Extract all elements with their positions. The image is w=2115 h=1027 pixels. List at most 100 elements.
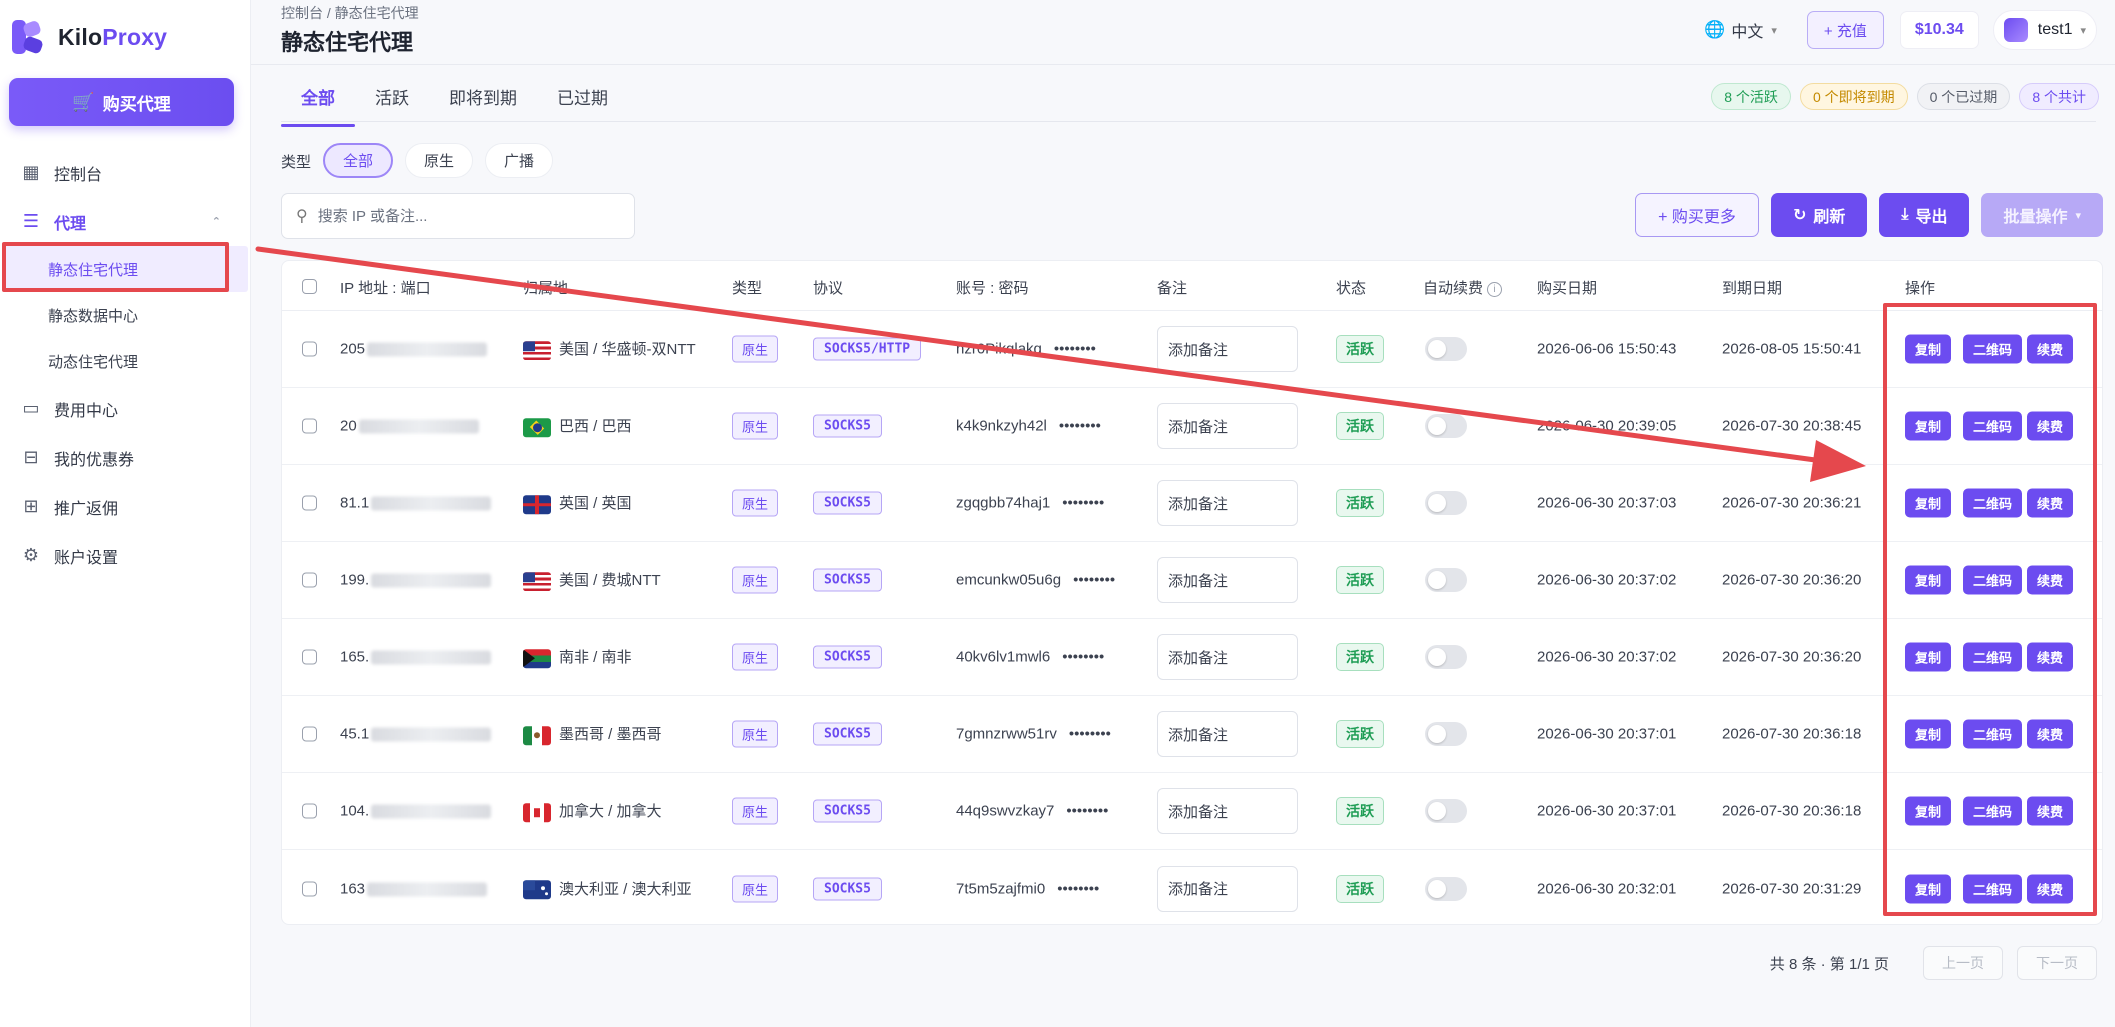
row-checkbox[interactable] — [302, 726, 317, 742]
globe-icon: 🌐 — [1704, 20, 1726, 39]
ip-address[interactable]: 163 — [340, 880, 488, 897]
row-checkbox[interactable] — [302, 418, 317, 434]
location: 美国 / 华盛顿-双NTT — [523, 338, 696, 360]
sidebar-item-proxy[interactable]: ☰ 代理 ⌃ — [0, 197, 251, 246]
status-cell: 活跃 — [1336, 797, 1384, 825]
status-cell: 活跃 — [1336, 566, 1384, 594]
account-cell[interactable]: zgqgbb74haj1 •••••••• — [956, 495, 1104, 512]
ip-address[interactable]: 199. — [340, 572, 492, 589]
note-cell: 添加备注 — [1157, 557, 1298, 603]
ip-address[interactable]: 205 — [340, 341, 488, 358]
expire-date: 2026-07-30 20:36:18 — [1722, 725, 1862, 743]
type-filter-broadcast[interactable]: 广播 — [485, 143, 554, 178]
auto-renew-toggle[interactable] — [1425, 876, 1467, 901]
auto-renew-toggle[interactable] — [1425, 337, 1467, 361]
auto-renew-toggle[interactable] — [1425, 414, 1467, 438]
buy-more-button[interactable]: + 购买更多 — [1635, 193, 1759, 237]
ip-address[interactable]: 45.1 — [340, 726, 492, 743]
protocol-cell: SOCKS5 — [813, 645, 882, 669]
status-badge: 活跃 — [1336, 489, 1384, 517]
next-page-button[interactable]: 下一页 — [2017, 946, 2097, 980]
tab-expiring[interactable]: 即将到期 — [429, 78, 537, 127]
account-cell[interactable]: nzr0Pikqlakq •••••••• — [956, 341, 1096, 358]
note-input[interactable]: 添加备注 — [1157, 634, 1298, 680]
account-password: •••••••• — [1053, 340, 1096, 358]
auto-renew-toggle[interactable] — [1425, 568, 1467, 592]
note-input[interactable]: 添加备注 — [1157, 326, 1298, 372]
row-checkbox[interactable] — [302, 341, 317, 357]
note-input[interactable]: 添加备注 — [1157, 557, 1298, 603]
status-badge: 活跃 — [1336, 566, 1384, 594]
account-cell[interactable]: 7t5m5zajfmi0 •••••••• — [956, 880, 1099, 897]
tab-all[interactable]: 全部 — [281, 78, 355, 127]
header-account: 账号 : 密码 — [956, 280, 1029, 297]
recharge-button[interactable]: + 充值 — [1806, 11, 1884, 49]
row-checkbox[interactable] — [302, 495, 317, 511]
row-checkbox[interactable] — [302, 572, 317, 588]
expire-date: 2026-07-30 20:38:45 — [1722, 417, 1862, 435]
type-filter: 全部 原生 广播 — [323, 143, 565, 178]
auto-renew-toggle[interactable] — [1425, 491, 1467, 515]
account-username: 7gmnzrww51rv — [956, 725, 1057, 743]
header-status: 状态 — [1336, 280, 1367, 297]
status-cell: 活跃 — [1336, 412, 1384, 440]
language-selector[interactable]: 🌐 中文 ▾ — [1704, 18, 1777, 42]
type-filter-all[interactable]: 全部 — [323, 143, 394, 178]
account-username: nzr0Pikqlakq — [956, 340, 1042, 358]
note-input[interactable]: 添加备注 — [1157, 788, 1298, 834]
purchase-date: 2026-06-30 20:39:05 — [1537, 417, 1677, 435]
flag-gb-icon — [523, 494, 551, 514]
logo[interactable]: KiloProxy — [12, 19, 167, 55]
auto-renew-toggle[interactable] — [1425, 645, 1467, 669]
user-menu[interactable]: test1 ▾ — [1992, 10, 2097, 50]
sidebar-item-billing[interactable]: ▭ 费用中心 — [0, 384, 251, 433]
row-checkbox[interactable] — [302, 881, 317, 896]
info-icon[interactable]: i — [1487, 281, 1503, 297]
ip-address[interactable]: 165. — [340, 649, 492, 666]
type-filter-native[interactable]: 原生 — [405, 143, 474, 178]
tab-active[interactable]: 活跃 — [355, 78, 429, 127]
batch-actions-button[interactable]: 批量操作 ▾ — [1981, 193, 2103, 237]
status-cell: 活跃 — [1336, 489, 1384, 517]
account-password: •••••••• — [1073, 571, 1116, 589]
sidebar-item-static-datacenter[interactable]: 静态数据中心 — [0, 292, 251, 338]
flag-ca-icon — [523, 802, 551, 822]
row-checkbox[interactable] — [302, 649, 317, 665]
table-row: 20 巴西 / 巴西 原生 SOCKS5 k4k9nkzyh42l •••••••• 添加备… — [282, 388, 2102, 465]
sidebar-item-dashboard[interactable]: ▦ 控制台 — [0, 148, 251, 197]
tab-expired[interactable]: 已过期 — [537, 78, 628, 127]
sidebar-item-coupons[interactable]: ⊟ 我的优惠券 — [0, 433, 251, 482]
account-cell[interactable]: 40kv6lv1mwl6 •••••••• — [956, 649, 1104, 666]
note-input[interactable]: 添加备注 — [1157, 480, 1298, 526]
ip-address[interactable]: 104. — [340, 803, 492, 820]
proxy-table: IP 地址 : 端口 归属地 类型 协议 账号 : 密码 备注 状态 自动续费 i… — [281, 260, 2103, 925]
sidebar-item-dynamic-residential[interactable]: 动态住宅代理 — [0, 338, 251, 384]
note-cell: 添加备注 — [1157, 480, 1298, 526]
refresh-button[interactable]: ↻ 刷新 — [1770, 193, 1868, 237]
buy-proxy-button[interactable]: 🛒 购买代理 — [9, 78, 234, 126]
download-icon: ⤓ — [1901, 206, 1909, 223]
auto-renew-toggle[interactable] — [1425, 799, 1467, 823]
export-button[interactable]: ⤓ 导出 — [1879, 193, 1970, 237]
row-checkbox[interactable] — [302, 803, 317, 819]
select-all-checkbox[interactable] — [302, 279, 317, 294]
type-cell: 原生 — [732, 566, 779, 594]
note-cell: 添加备注 — [1157, 711, 1298, 757]
table-row: 45.1 墨西哥 / 墨西哥 原生 SOCKS5 7gmnzrww51rv •••••••… — [282, 696, 2102, 773]
note-input[interactable]: 添加备注 — [1157, 711, 1298, 757]
page-info: 共 8 条 · 第 1/1 页 — [1769, 955, 1889, 973]
account-cell[interactable]: 7gmnzrww51rv •••••••• — [956, 726, 1111, 743]
chevron-down-icon: ▾ — [1771, 24, 1777, 37]
prev-page-button[interactable]: 上一页 — [1923, 946, 2003, 980]
note-input[interactable]: 添加备注 — [1157, 403, 1298, 449]
note-input[interactable]: 添加备注 — [1157, 865, 1298, 912]
ip-address[interactable]: 20 — [340, 418, 479, 435]
auto-renew-toggle[interactable] — [1425, 722, 1467, 746]
ip-address[interactable]: 81.1 — [340, 495, 492, 512]
account-cell[interactable]: 44q9swvzkay7 •••••••• — [956, 803, 1108, 820]
account-cell[interactable]: emcunkw05u6g •••••••• — [956, 572, 1115, 589]
search-input[interactable] — [317, 207, 608, 225]
account-cell[interactable]: k4k9nkzyh42l •••••••• — [956, 418, 1101, 435]
sidebar-item-referral[interactable]: ⊞ 推广返佣 — [0, 482, 251, 531]
sidebar-item-settings[interactable]: ⚙ 账户设置 — [0, 531, 251, 580]
